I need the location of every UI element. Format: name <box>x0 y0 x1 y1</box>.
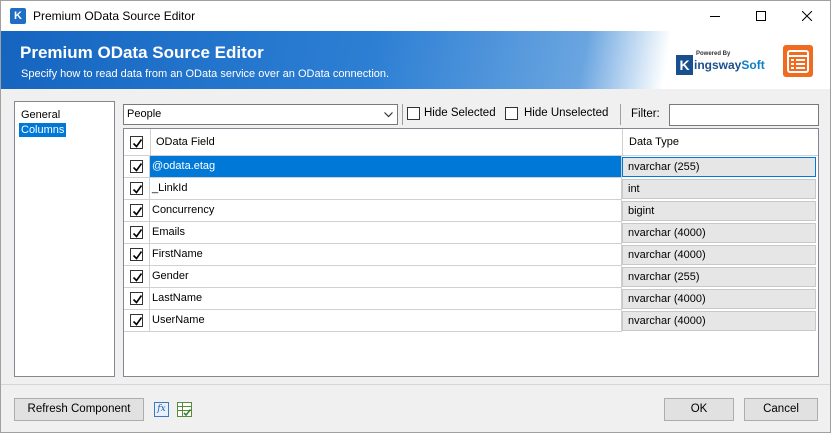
chevron-down-icon <box>384 112 393 118</box>
brand-name-a: ingsway <box>694 58 742 72</box>
odata-field-cell: _LinkId <box>150 178 622 200</box>
table-row[interactable]: Concurrency bigint <box>124 200 818 222</box>
data-type-cell[interactable]: nvarchar (4000) <box>622 289 816 309</box>
hide-selected-checkbox[interactable] <box>407 107 420 120</box>
entity-dropdown-value: People <box>127 108 162 120</box>
data-type-cell[interactable]: nvarchar (4000) <box>622 311 816 331</box>
row-checkbox-cell <box>124 310 150 332</box>
checkmark-icon <box>132 163 143 172</box>
column-divider <box>622 129 623 156</box>
editor-window: K Premium OData Source Editor Premium OD… <box>0 0 831 433</box>
checkmark-icon <box>132 185 143 194</box>
select-all-checkbox[interactable] <box>130 136 143 149</box>
form-list-icon <box>783 45 813 77</box>
row-checkbox-cell <box>124 178 150 200</box>
fx-expression-icon[interactable]: fx <box>154 402 169 417</box>
row-checkbox[interactable] <box>130 292 143 305</box>
page-nav: General Columns <box>14 101 115 377</box>
hide-unselected-checkbox[interactable] <box>505 107 518 120</box>
odata-field-cell: @odata.etag <box>150 156 622 178</box>
ok-button[interactable]: OK <box>664 398 734 421</box>
brand-name: ingswaySoft <box>694 58 765 72</box>
odata-field-cell: Concurrency <box>150 200 622 222</box>
row-checkbox[interactable] <box>130 248 143 261</box>
table-row[interactable]: LastName nvarchar (4000) <box>124 288 818 310</box>
row-checkbox-cell <box>124 266 150 288</box>
row-checkbox[interactable] <box>130 314 143 327</box>
app-icon: K <box>10 8 26 24</box>
row-checkbox-cell <box>124 222 150 244</box>
brand-k-letter: K <box>676 55 693 75</box>
table-row[interactable]: FirstName nvarchar (4000) <box>124 244 818 266</box>
row-checkbox[interactable] <box>130 204 143 217</box>
table-row[interactable]: Emails nvarchar (4000) <box>124 222 818 244</box>
kingswaysoft-logo: Powered By K ingswaySoft <box>676 51 771 77</box>
minimize-button[interactable] <box>692 1 738 31</box>
odata-field-cell: Gender <box>150 266 622 288</box>
minimize-icon <box>710 16 720 17</box>
column-divider <box>150 129 151 156</box>
maximize-button[interactable] <box>738 1 784 31</box>
banner-subtitle: Specify how to read data from an OData s… <box>21 68 390 80</box>
maximize-icon <box>756 11 766 21</box>
header-odata-field[interactable]: OData Field <box>156 129 215 156</box>
row-checkbox[interactable] <box>130 160 143 173</box>
cancel-button[interactable]: Cancel <box>744 398 818 421</box>
odata-field-cell: FirstName <box>150 244 622 266</box>
banner-title: Premium OData Source Editor <box>20 43 264 62</box>
title-bar: K Premium OData Source Editor <box>1 1 830 31</box>
hide-selected-label: Hide Selected <box>424 107 496 119</box>
checkmark-icon <box>132 229 143 238</box>
row-checkbox[interactable] <box>130 270 143 283</box>
grid-header: OData Field Data Type <box>124 129 818 156</box>
nav-item-general[interactable]: General <box>19 108 62 122</box>
row-checkbox-cell <box>124 156 150 178</box>
row-checkbox-cell <box>124 200 150 222</box>
toolbar-separator <box>402 104 403 125</box>
checkmark-icon <box>132 317 143 326</box>
row-checkbox-cell <box>124 288 150 310</box>
odata-field-cell: Emails <box>150 222 622 244</box>
header-data-type[interactable]: Data Type <box>629 129 679 156</box>
window-title: Premium OData Source Editor <box>33 9 196 23</box>
toolbar-separator <box>620 104 621 125</box>
odata-field-cell: LastName <box>150 288 622 310</box>
filter-label: Filter: <box>631 108 660 120</box>
refresh-component-button[interactable]: Refresh Component <box>14 398 144 421</box>
row-checkbox[interactable] <box>130 182 143 195</box>
table-row[interactable]: UserName nvarchar (4000) <box>124 310 818 332</box>
table-row[interactable]: @odata.etag nvarchar (255) <box>124 156 818 178</box>
header-banner: Premium OData Source Editor Specify how … <box>1 31 830 89</box>
entity-dropdown[interactable]: People <box>123 104 398 125</box>
data-type-cell[interactable]: nvarchar (4000) <box>622 245 816 265</box>
checkmark-icon <box>132 207 143 216</box>
row-checkbox-cell <box>124 244 150 266</box>
row-checkbox[interactable] <box>130 226 143 239</box>
filter-input[interactable] <box>669 104 819 126</box>
checkmark-icon <box>132 273 143 282</box>
grid-check-icon[interactable] <box>177 402 192 417</box>
data-type-cell[interactable]: nvarchar (255) <box>622 157 816 177</box>
data-type-cell[interactable]: bigint <box>622 201 816 221</box>
checkmark-icon <box>132 139 143 148</box>
table-row[interactable]: _LinkId int <box>124 178 818 200</box>
table-row[interactable]: Gender nvarchar (255) <box>124 266 818 288</box>
hide-unselected-label: Hide Unselected <box>524 107 609 119</box>
checkmark-icon <box>132 251 143 260</box>
data-type-cell[interactable]: int <box>622 179 816 199</box>
data-type-cell[interactable]: nvarchar (255) <box>622 267 816 287</box>
data-type-cell[interactable]: nvarchar (4000) <box>622 223 816 243</box>
close-icon <box>802 11 812 21</box>
close-button[interactable] <box>784 1 830 31</box>
footer-separator <box>1 384 830 385</box>
odata-field-cell: UserName <box>150 310 622 332</box>
nav-item-columns[interactable]: Columns <box>19 123 67 137</box>
brand-name-b: Soft <box>741 58 765 72</box>
columns-grid: OData Field Data Type @odata.etag nvarch… <box>123 128 819 377</box>
powered-by-text: Powered By <box>696 51 731 57</box>
checkmark-icon <box>132 295 143 304</box>
